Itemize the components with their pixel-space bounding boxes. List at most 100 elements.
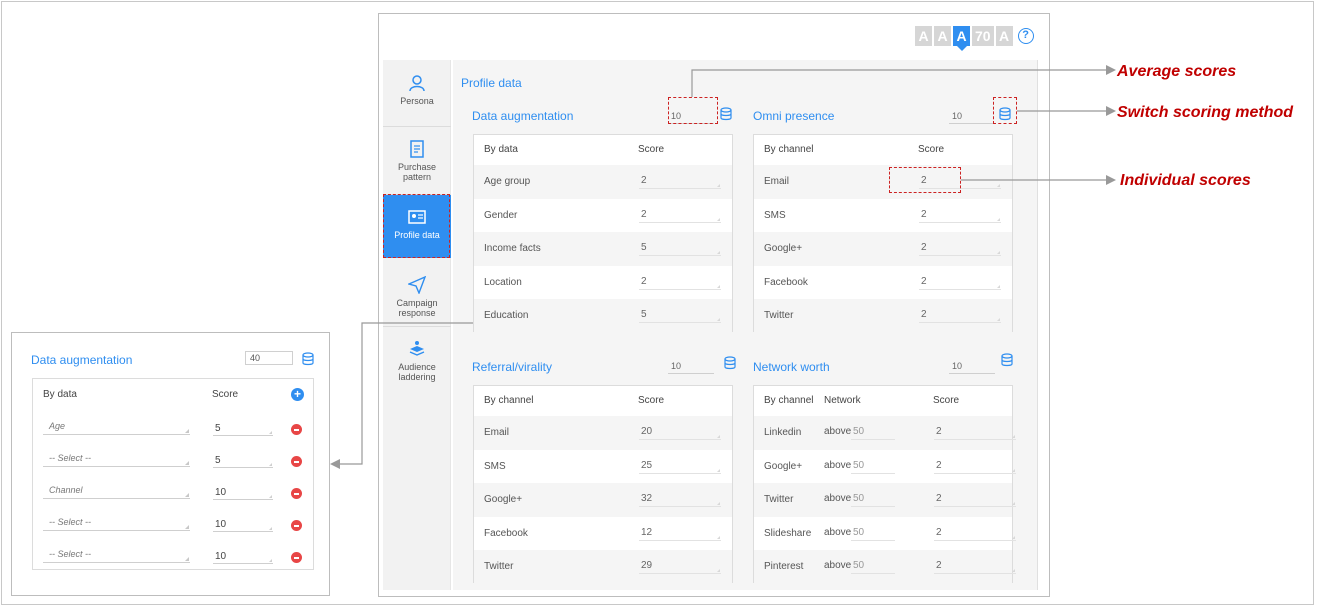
highlight-average-score [668, 97, 718, 124]
divider [383, 126, 451, 127]
sidebar-item-audience-laddering[interactable]: Audience laddering [383, 340, 451, 382]
list-item: -- Select -- 10 [33, 541, 313, 573]
sidebar: Persona Purchase pattern Profile data Ca… [383, 60, 451, 590]
highlight-switch-scoring [993, 97, 1017, 124]
divider [1037, 60, 1038, 590]
zoom-panel-data-augmentation: Data augmentation 40 By data Score + Age… [11, 332, 330, 596]
card-data-augmentation: By data Score Age group 2 Gender 2 Income … [473, 134, 733, 333]
score-input[interactable]: 5 [213, 455, 273, 468]
font-size-button-active[interactable]: A [953, 26, 970, 51]
network-input[interactable]: 50 [851, 493, 895, 507]
switch-scoring-icon[interactable] [720, 107, 733, 121]
score-input[interactable]: 5 [213, 423, 273, 436]
table-header: By channel Score [754, 135, 1012, 165]
table-row: Google+ above 50 2 [754, 450, 1016, 484]
data-select[interactable]: Channel [43, 485, 190, 499]
score-input[interactable]: 2 [934, 527, 1016, 541]
table-row: Pinterest above 50 2 [754, 550, 1016, 584]
sidebar-item-label: Audience laddering [398, 362, 436, 382]
table-row: Email 2 [754, 165, 1012, 199]
score-input[interactable]: 29 [639, 560, 721, 574]
column-header: By channel [764, 144, 814, 155]
row-label: SMS [764, 209, 786, 221]
average-score-input[interactable]: 40 [245, 351, 293, 365]
score-input[interactable]: 2 [919, 242, 1001, 256]
score-input[interactable]: 25 [639, 460, 721, 474]
score-input[interactable]: 10 [213, 551, 273, 564]
row-label: Facebook [764, 276, 808, 288]
table-row: Income facts 5 [474, 232, 732, 266]
score-input[interactable]: 32 [639, 493, 721, 507]
sidebar-item-purchase-pattern[interactable]: Purchase pattern [383, 140, 451, 182]
column-header: Network [824, 395, 861, 406]
annotation-average-scores: Average scores [1117, 63, 1237, 80]
network-input[interactable]: 50 [851, 426, 895, 440]
zoom-panel-title: Data augmentation [31, 353, 133, 367]
remove-row-button[interactable] [291, 424, 302, 435]
score-input[interactable]: 2 [639, 209, 721, 223]
table-row: Slideshare above 50 2 [754, 517, 1016, 551]
table-row: Age group 2 [474, 165, 732, 199]
font-size-value[interactable]: 70 [972, 26, 994, 46]
row-label: Age group [484, 176, 531, 187]
average-score-input[interactable]: 10 [949, 108, 995, 124]
score-input[interactable]: 2 [919, 309, 1001, 323]
data-select[interactable]: Age [43, 421, 190, 435]
data-select[interactable]: -- Select -- [43, 549, 190, 563]
score-input[interactable]: 5 [639, 242, 721, 256]
network-input[interactable]: 50 [851, 460, 895, 474]
score-input[interactable]: 2 [919, 209, 1001, 223]
score-input[interactable]: 2 [639, 175, 721, 189]
score-input[interactable]: 2 [639, 276, 721, 290]
switch-scoring-icon[interactable] [302, 352, 315, 366]
section-title-data-augmentation: Data augmentation [472, 109, 574, 123]
average-score-input[interactable]: 10 [668, 358, 714, 374]
add-row-button[interactable]: + [291, 388, 304, 401]
sidebar-item-label: Campaign response [396, 298, 438, 318]
remove-row-button[interactable] [291, 552, 302, 563]
sidebar-item-campaign-response[interactable]: Campaign response [383, 276, 451, 318]
row-label: Income facts [484, 243, 541, 254]
main-content: Profile data Data augmentation 10 By dat… [453, 60, 1038, 590]
score-input[interactable]: 10 [213, 487, 273, 500]
score-input[interactable]: 2 [934, 460, 1016, 474]
score-input[interactable]: 10 [213, 519, 273, 532]
data-select[interactable]: -- Select -- [43, 453, 190, 467]
card-network-worth: By channel Network Score Linkedin above 50… [753, 385, 1016, 584]
remove-row-button[interactable] [291, 456, 302, 467]
score-input[interactable]: 2 [934, 426, 1016, 440]
network-input[interactable]: 50 [851, 560, 895, 574]
column-header: Score [933, 395, 960, 406]
table-row: SMS 25 [474, 450, 732, 484]
score-input[interactable]: 2 [919, 276, 1001, 290]
average-score-input[interactable]: 10 [949, 358, 995, 374]
data-select[interactable]: -- Select -- [43, 517, 190, 531]
score-input[interactable]: 2 [934, 560, 1016, 574]
table-row: Email 20 [474, 416, 732, 450]
font-size-button[interactable]: A [915, 26, 932, 46]
font-size-controls: A A A 70 A ? [915, 26, 1034, 51]
remove-row-button[interactable] [291, 520, 302, 531]
remove-row-button[interactable] [291, 488, 302, 499]
table-header: By data Score [474, 135, 732, 165]
network-qualifier: above [824, 526, 852, 538]
font-size-button[interactable]: A [995, 26, 1013, 46]
network-input[interactable]: 50 [851, 527, 895, 541]
column-header: Score [212, 389, 239, 400]
annotation-switch-scoring: Switch scoring method [1117, 104, 1294, 121]
row-label: Slideshare [764, 527, 812, 539]
switch-scoring-icon[interactable] [1001, 353, 1014, 367]
score-input[interactable]: 12 [639, 527, 721, 541]
font-size-button[interactable]: A [934, 26, 951, 46]
sidebar-item-persona[interactable]: Persona [383, 74, 451, 106]
table-row: Twitter above 50 2 [754, 483, 1016, 517]
table-row: Twitter 2 [754, 299, 1012, 333]
switch-scoring-icon[interactable] [724, 356, 737, 370]
column-header: By channel [484, 395, 534, 406]
score-input[interactable]: 2 [934, 493, 1016, 507]
score-input[interactable]: 5 [639, 309, 721, 323]
score-input[interactable]: 20 [639, 426, 721, 440]
help-icon[interactable]: ? [1017, 28, 1034, 44]
row-label: Twitter [484, 561, 514, 572]
row-label: Linkedin [764, 427, 802, 438]
